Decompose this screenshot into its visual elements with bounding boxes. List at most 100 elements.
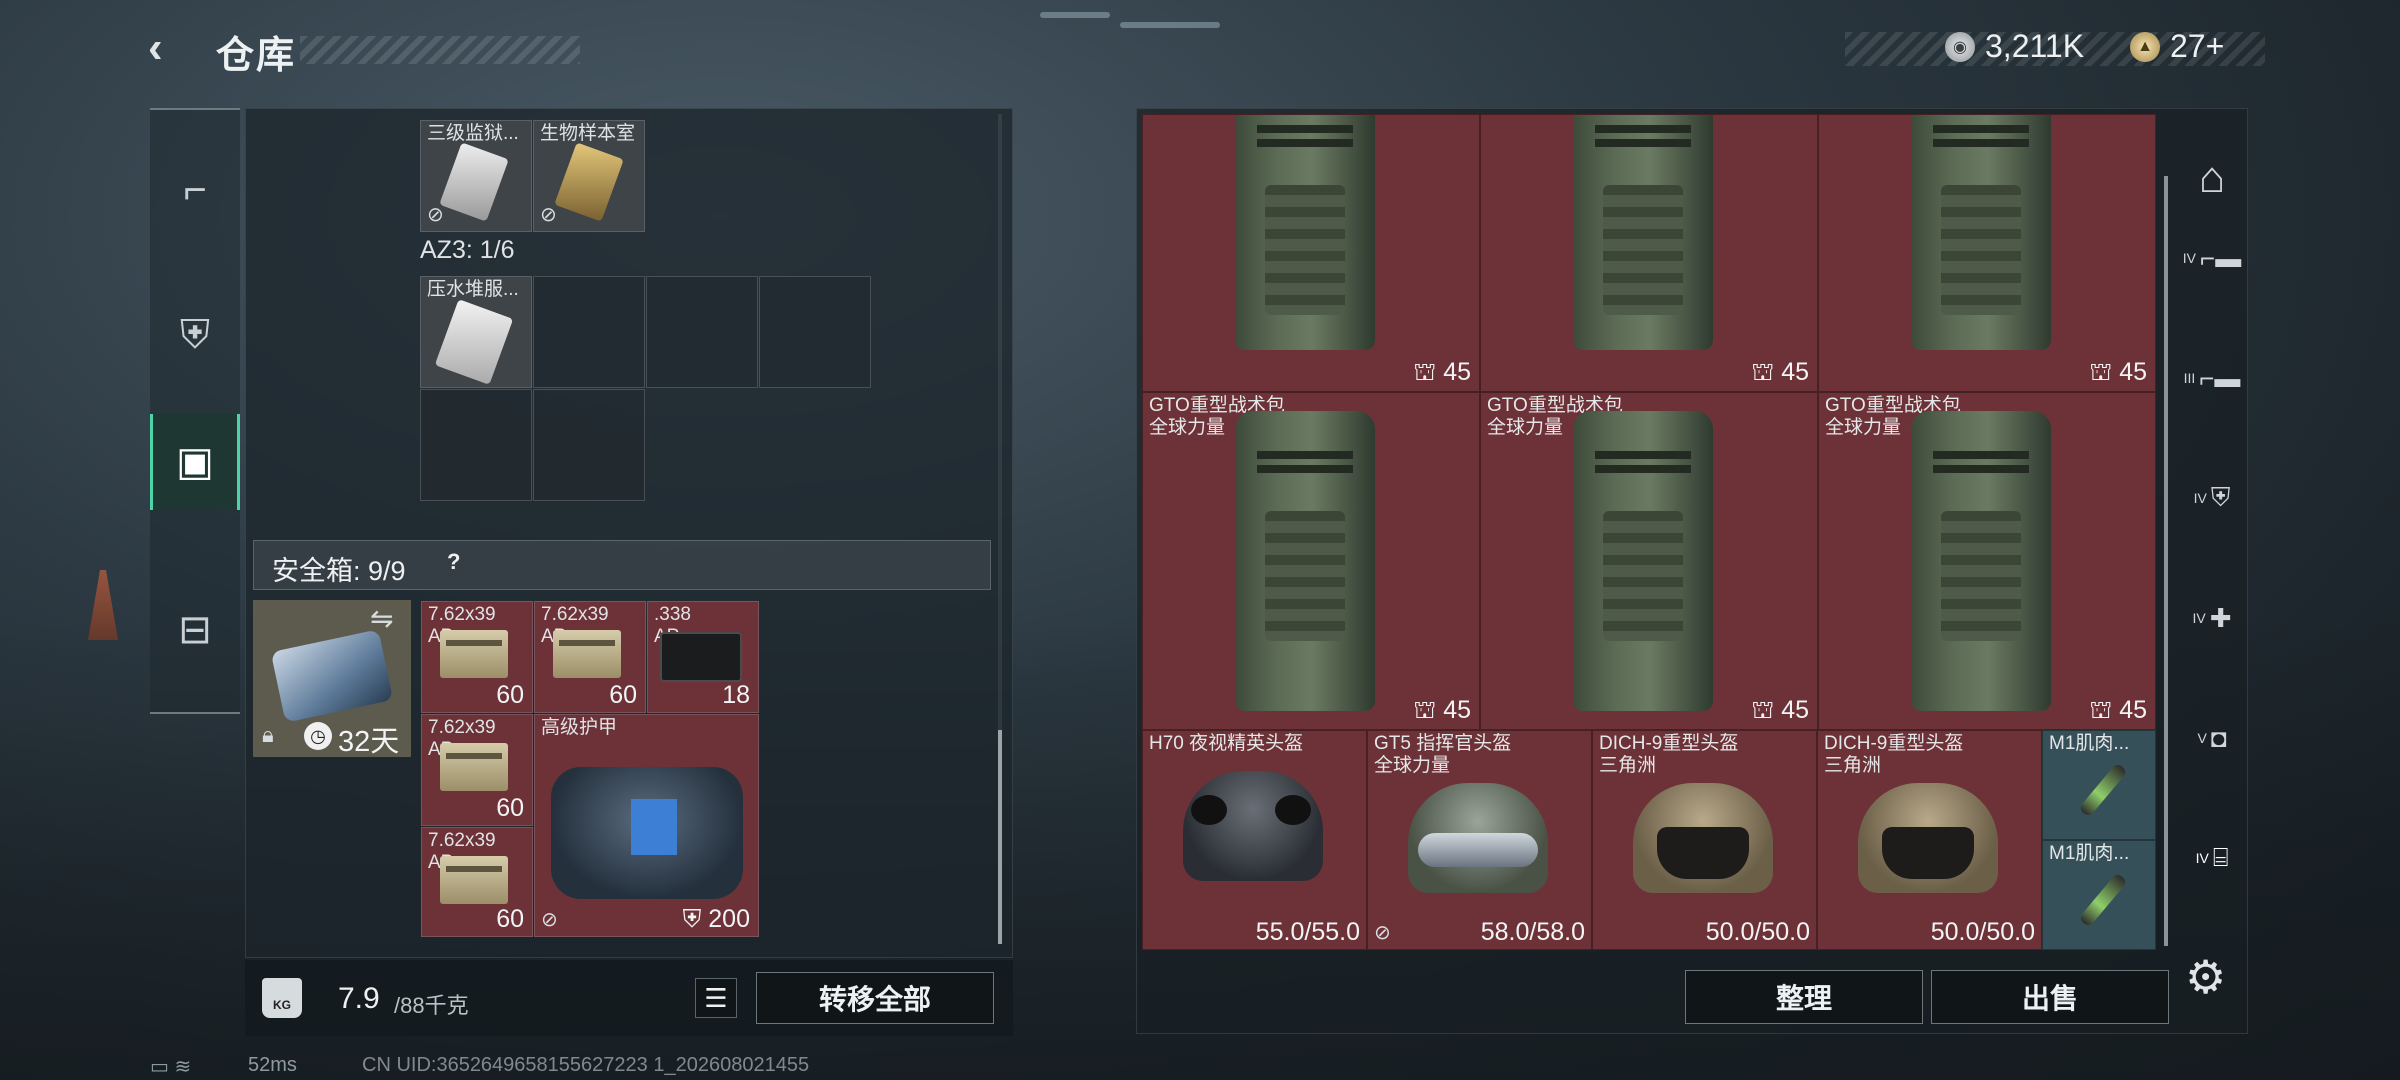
no-repair-icon: ⊘ <box>427 204 444 226</box>
helmet-visor <box>1418 833 1538 867</box>
filter-tab[interactable]: ⌂ <box>2172 138 2252 218</box>
item-count-value: 45 <box>1781 358 1809 386</box>
swap-icon[interactable]: ⇋ <box>370 602 393 635</box>
back-arrow-icon[interactable]: ‹ <box>148 26 192 72</box>
item-count-value: 45 <box>1443 358 1471 386</box>
az3-label: AZ3: 1/6 <box>420 236 515 264</box>
backpack-image <box>1911 115 2051 350</box>
help-icon[interactable]: ? <box>447 549 460 575</box>
backpack-item[interactable]: ⛫ 45 <box>1818 114 2156 392</box>
ammo-item[interactable]: 7.62x39 AP 60 <box>421 714 533 826</box>
storage-scroll-thumb[interactable] <box>998 730 1002 944</box>
helmet-item[interactable]: GT5 指挥官头盔 全球力量 ⊘ 58.0/58.0 <box>1367 730 1592 950</box>
item-label: 7.62x39 <box>541 604 609 625</box>
item-count: ⛫ 45 <box>1751 696 1809 727</box>
empty-slot[interactable] <box>759 276 871 388</box>
syringe-image <box>2078 762 2128 818</box>
sell-button[interactable]: 出售 <box>1931 970 2169 1024</box>
container-tier-icon: ◘ <box>2210 722 2227 753</box>
nav-case[interactable]: ⊟ <box>150 585 240 675</box>
backpack-image <box>1573 411 1713 711</box>
filter-tab[interactable]: IV ⌐▬ <box>2172 218 2252 298</box>
backpack-item[interactable]: ⛫ 45 <box>1142 114 1480 392</box>
backpack-scrollbar[interactable] <box>2164 176 2168 946</box>
all-items-icon: ⌂ <box>2198 153 2226 202</box>
empty-slot[interactable] <box>646 276 758 388</box>
filter-tab[interactable]: IV ⛨ <box>2172 458 2252 538</box>
ammo-box-image <box>440 856 508 904</box>
weight-max: /88千克 <box>394 993 469 1018</box>
safe-box-label: 安全箱: 9/9 <box>272 556 406 586</box>
silver-amount[interactable]: 3,211K <box>1985 28 2084 65</box>
backpack-item[interactable]: GTO重型战术包 全球力量 ⛫ 45 <box>1480 392 1818 730</box>
ammo-item[interactable]: 7.62x39 AP 60 <box>421 827 533 937</box>
ammo-item[interactable]: .338 AP 18 <box>647 601 759 713</box>
helmet-image <box>1633 783 1773 893</box>
filter-tab[interactable]: IV ⌸ <box>2172 818 2252 898</box>
helmet-item[interactable]: DICH-9重型头盔 三角洲 50.0/50.0 <box>1592 730 1817 950</box>
item-label: .338 <box>654 604 691 625</box>
gold-coin-icon: ▲ <box>2130 32 2160 62</box>
item-durability: ⛨ 200 <box>683 905 750 934</box>
item-name: DICH-9重型头盔 <box>1824 733 1964 754</box>
helmet-item[interactable]: DICH-9重型头盔 三角洲 50.0/50.0 <box>1817 730 2042 950</box>
safe-box-days: 32天 <box>338 726 400 758</box>
list-view-button[interactable]: ☰ <box>695 978 737 1018</box>
weapon-tier-icon: ⌐▬ <box>2199 362 2241 393</box>
keycard-image <box>434 299 514 385</box>
backpack-item[interactable]: ⛫ 45 <box>1480 114 1818 392</box>
empty-slot[interactable] <box>533 389 645 501</box>
weight-icon: ⛫ <box>2089 358 2113 386</box>
gear-icon[interactable]: ⚙ <box>2185 950 2226 1004</box>
empty-slot[interactable] <box>420 389 532 501</box>
item-label: 7.62x39 <box>428 717 496 738</box>
item-name: DICH-9重型头盔 <box>1599 733 1739 754</box>
ammo-item[interactable]: 7.62x39 AP 60 <box>534 601 646 713</box>
keycard-item[interactable]: 三级监狱... ⊘ <box>420 120 532 232</box>
shield-icon: ⛨ <box>682 905 702 933</box>
item-durability: 55.0/55.0 <box>1255 918 1360 946</box>
nvg-lens <box>1275 795 1311 825</box>
filter-tab[interactable]: III ⌐▬ <box>2172 338 2252 418</box>
transfer-all-button[interactable]: 转移全部 <box>756 972 994 1024</box>
uid-text: CN UID:3652649658155627223 1_20260802145… <box>362 1054 810 1076</box>
empty-slot[interactable] <box>533 276 645 388</box>
item-count: ⛫ 45 <box>2089 696 2147 727</box>
ammo-item[interactable]: 7.62x39 AP 60 <box>421 601 533 713</box>
syringe-item[interactable]: M1肌肉... <box>2042 840 2156 950</box>
backpack-item[interactable]: GTO重型战术包 全球力量 ⛫ 45 <box>1818 392 2156 730</box>
weight-icon: ⛫ <box>1413 696 1437 724</box>
no-repair-icon: ⊘ <box>541 909 558 931</box>
nav-backpack[interactable]: ▣ <box>150 414 240 510</box>
helmet-item[interactable]: H70 夜视精英头盔 55.0/55.0 <box>1142 730 1367 950</box>
gold-amount[interactable]: 27+ <box>2170 28 2224 65</box>
keycard-image <box>554 142 624 222</box>
traffic-cone <box>88 570 118 640</box>
armor-item[interactable]: 高级护甲 ⊘ ⛨ 200 <box>534 714 759 937</box>
safe-box-image <box>270 629 394 723</box>
backpack-item[interactable]: GTO重型战术包 全球力量 ⛫ 45 <box>1142 392 1480 730</box>
syringe-item[interactable]: M1肌肉... <box>2042 730 2156 840</box>
page-title: 仓库 <box>216 35 297 77</box>
backpack-image <box>1235 115 1375 350</box>
item-name: H70 夜视精英头盔 <box>1149 733 1304 754</box>
nav-weapons[interactable]: ⌐ <box>150 145 240 235</box>
no-repair-icon: ⊘ <box>1374 922 1391 944</box>
item-label: 生物样本室 <box>540 123 636 144</box>
item-count: ⛫ 45 <box>1751 358 1809 389</box>
item-label: 7.62x39 <box>428 830 496 851</box>
ammo-box-image <box>553 630 621 678</box>
title-stripe <box>300 36 580 64</box>
nav-armor[interactable]: ⛨ <box>150 290 240 380</box>
keycard-item[interactable]: 生物样本室 ⊘ <box>533 120 645 232</box>
item-count: 60 <box>496 905 524 933</box>
sort-button[interactable]: 整理 <box>1685 970 1923 1024</box>
no-repair-icon: ⊘ <box>540 204 557 226</box>
item-count: 60 <box>609 681 637 709</box>
item-count: 60 <box>496 794 524 822</box>
keycard-item[interactable]: 压水堆服... <box>420 276 532 388</box>
backpack-image <box>1573 115 1713 350</box>
briefcase-icon: ⊟ <box>178 608 212 652</box>
filter-tab[interactable]: V ◘ <box>2172 698 2252 778</box>
filter-tab[interactable]: IV ✚ <box>2172 578 2252 658</box>
